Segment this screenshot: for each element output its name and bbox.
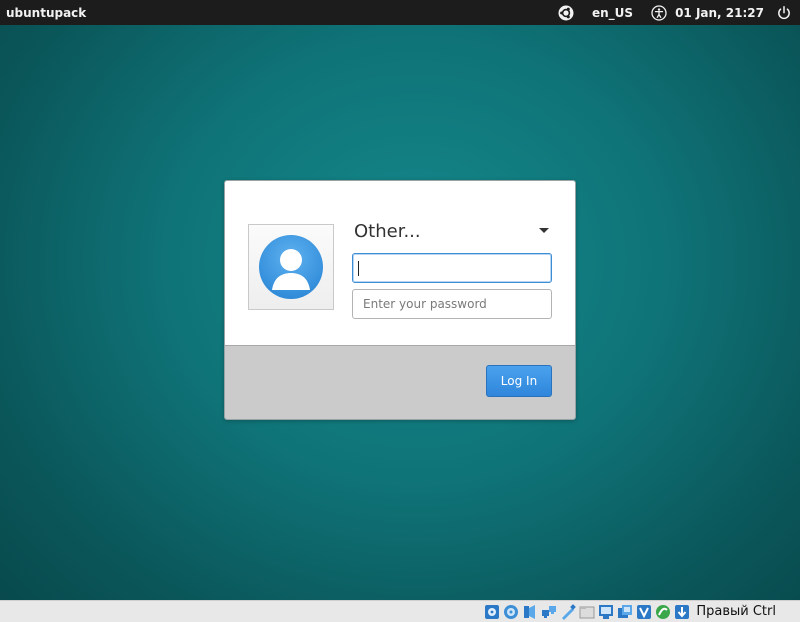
datetime-indicator[interactable]: 01 Jan, 21:27: [675, 6, 764, 20]
login-button-area: Log In: [225, 345, 575, 419]
password-placeholder: Enter your password: [363, 297, 487, 311]
mouse-integration-icon[interactable]: [655, 604, 671, 620]
video-capture-icon[interactable]: [617, 604, 633, 620]
accessibility-icon[interactable]: [651, 4, 667, 21]
avatar: [248, 224, 334, 310]
display-icon[interactable]: [598, 604, 614, 620]
text-cursor: [358, 261, 359, 276]
vm-status-bar: Правый Ctrl: [0, 600, 800, 622]
login-button[interactable]: Log In: [486, 365, 552, 397]
top-panel: ubuntupack en_US 01 Jan, 21:27: [0, 0, 800, 25]
virtualization-icon[interactable]: [636, 604, 652, 620]
username-input[interactable]: [352, 253, 552, 283]
user-avatar-icon: [259, 235, 323, 299]
chevron-down-icon[interactable]: [539, 228, 549, 233]
ubuntu-logo-icon[interactable]: [558, 5, 574, 21]
login-form-area: Other... Enter your password: [225, 181, 575, 345]
hostname-label: ubuntupack: [6, 5, 87, 20]
usb-icon[interactable]: [560, 603, 577, 620]
password-input[interactable]: Enter your password: [352, 289, 552, 319]
optical-drive-icon[interactable]: [503, 604, 519, 620]
host-key-label: Правый Ctrl: [696, 604, 776, 619]
power-icon[interactable]: [776, 5, 792, 21]
audio-icon[interactable]: [522, 604, 538, 620]
login-dialog: Other... Enter your password Log In: [224, 180, 576, 420]
host-key-arrow-icon[interactable]: [674, 604, 690, 620]
user-selector[interactable]: Other...: [354, 221, 421, 242]
network-icon[interactable]: [541, 604, 557, 620]
hard-disk-icon[interactable]: [484, 604, 500, 620]
shared-folders-icon[interactable]: [579, 604, 595, 620]
keyboard-layout-indicator[interactable]: en_US: [592, 6, 633, 20]
top-panel-indicators: en_US 01 Jan, 21:27: [546, 4, 792, 21]
